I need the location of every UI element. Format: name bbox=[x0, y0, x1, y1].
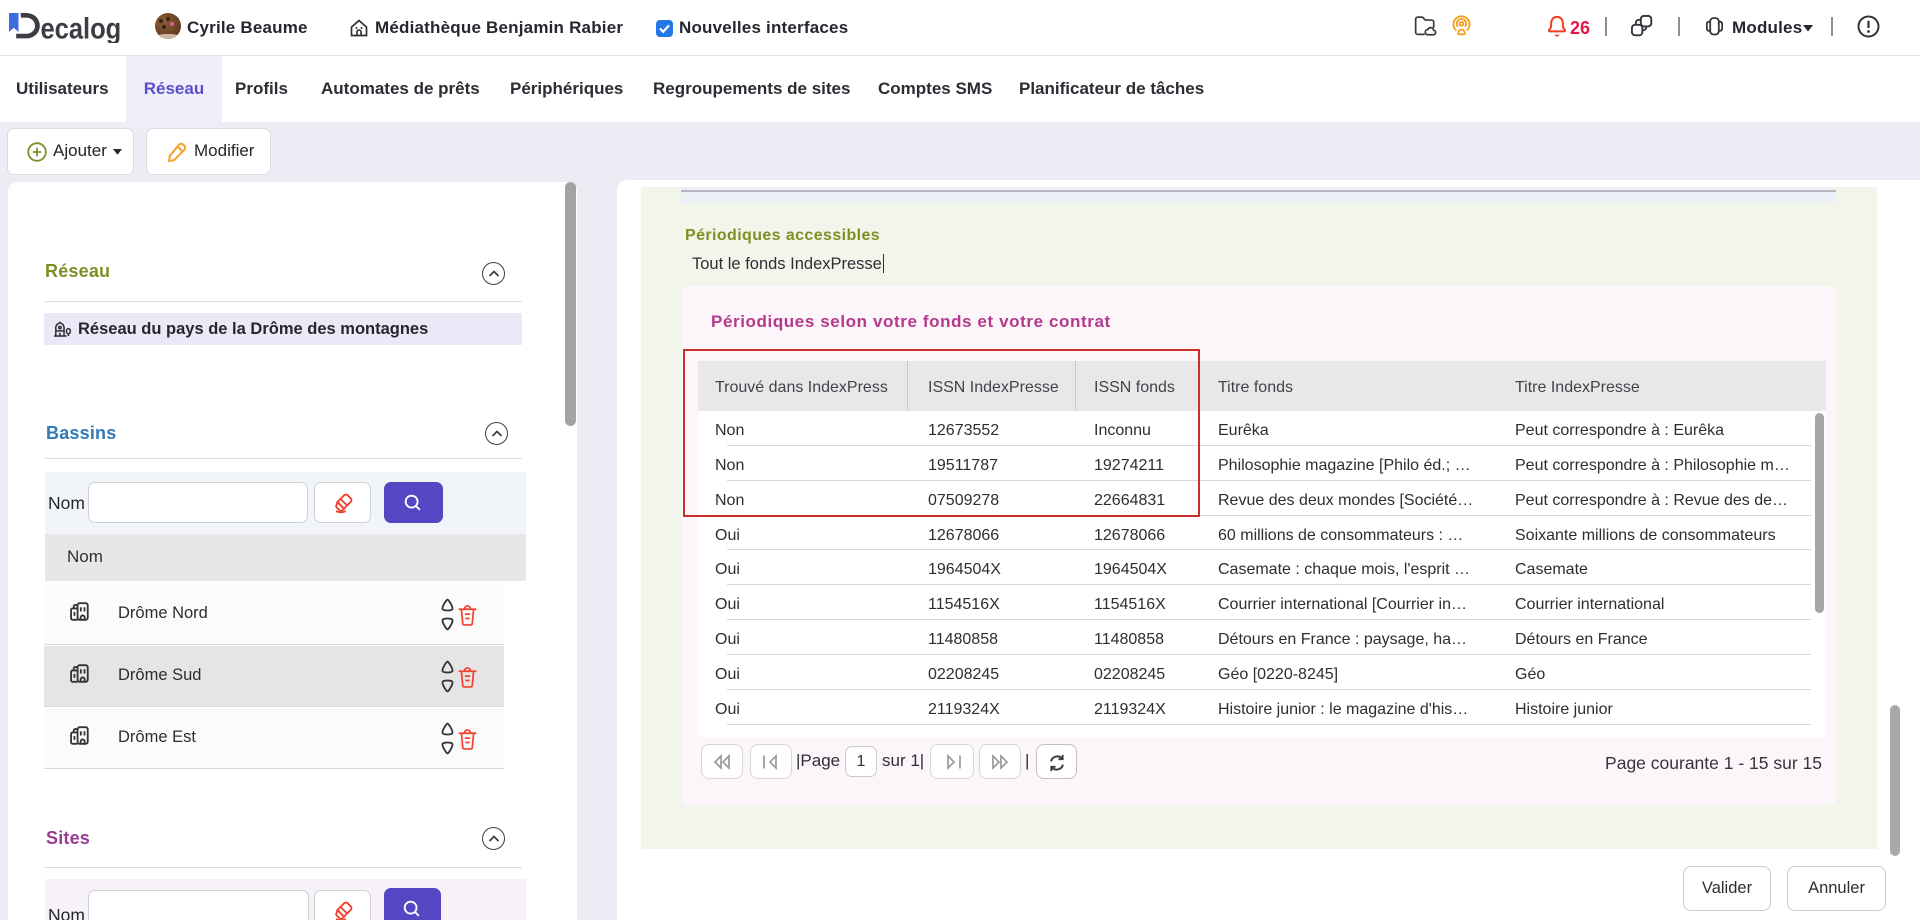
svg-text:ecalog: ecalog bbox=[41, 12, 122, 43]
